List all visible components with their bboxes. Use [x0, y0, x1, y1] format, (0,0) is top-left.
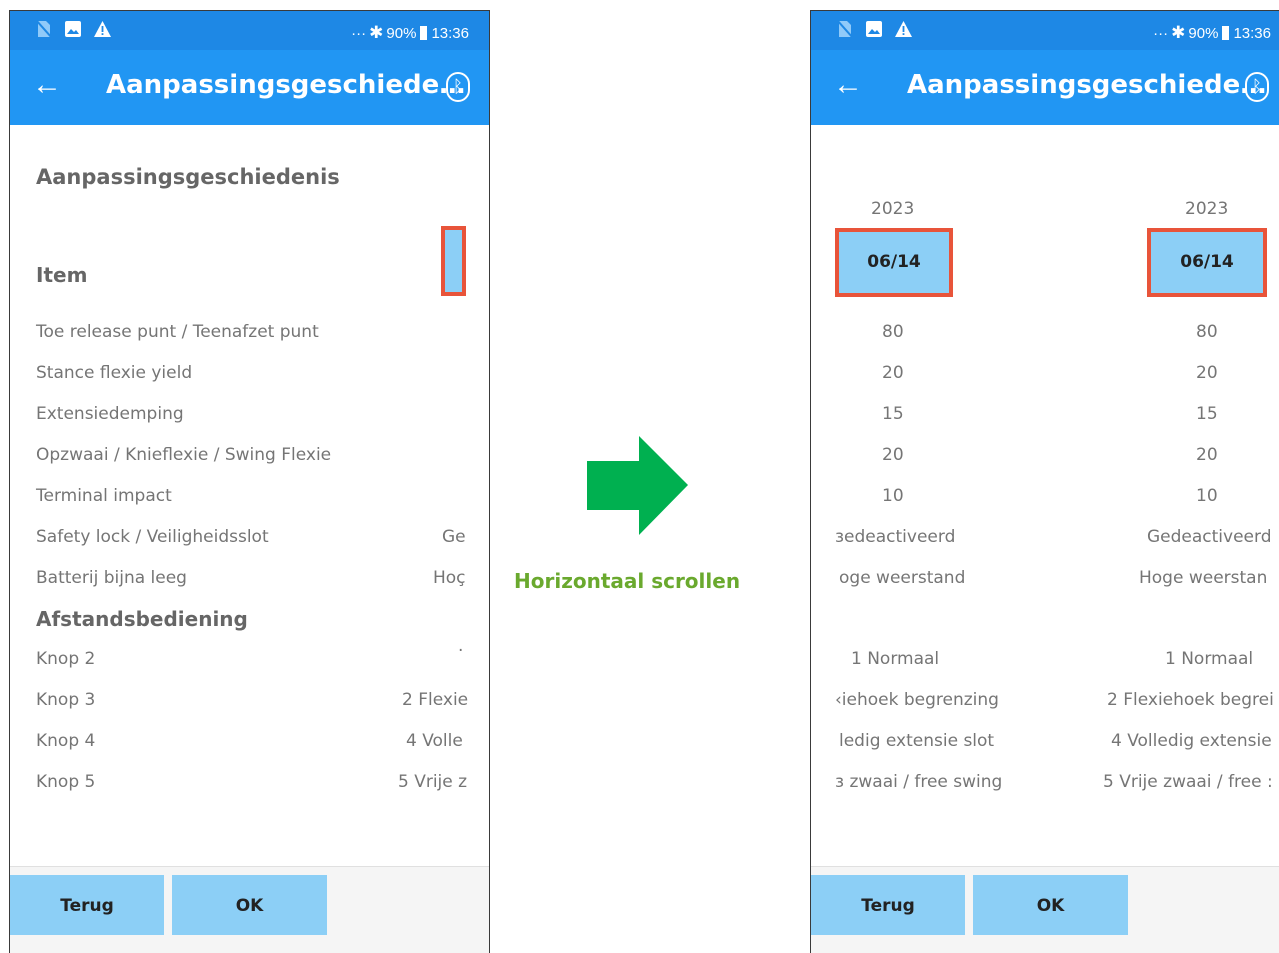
date-header-highlight[interactable]: 06/14 [1147, 228, 1267, 297]
no-sim-icon [36, 20, 52, 38]
phone-screen-before: ··· ✱ 90% 13:36 ← Aanpassingsgeschiede… … [9, 10, 490, 953]
remote-header: Afstandsbediening [36, 607, 248, 631]
cell-value: 80 [1196, 322, 1218, 342]
cell-value: 80 [882, 322, 904, 342]
cell-value: ledig extensie slot [839, 731, 995, 751]
scroll-caption: Horizontaal scrollen [514, 569, 741, 593]
app-bar: ← Aanpassingsgeschiede… ᛒ [10, 50, 489, 125]
cell-value: 5 Vrije zwaai / free : [1103, 772, 1273, 792]
arrow-right-icon [587, 436, 688, 535]
page-title: Aanpassingsgeschiede… [907, 70, 1267, 100]
ok-button[interactable]: OK [973, 875, 1128, 935]
history-table-scrolled[interactable]: 2023 06/14 80 20 15 20 10 ɜedeactiveerd … [811, 125, 1279, 867]
more-dots: ··· [351, 24, 367, 42]
cell-value: oge weerstand [839, 568, 966, 588]
date-column-highlight[interactable] [441, 226, 466, 296]
remote-label: Knop 5 [36, 772, 96, 792]
cell-value: ɜ zwaai / free swing [835, 772, 1003, 792]
notification-icons [36, 20, 111, 38]
bluetooth-status-icon: ✱ [1171, 23, 1186, 42]
cell-value: 15 [1196, 404, 1218, 424]
back-button[interactable]: Terug [811, 875, 965, 935]
image-icon [65, 21, 81, 37]
date-header-highlight[interactable]: 06/14 [835, 228, 953, 297]
history-table[interactable]: Aanpassingsgeschiedenis Item Toe release… [10, 125, 489, 867]
status-bar: ··· ✱ 90% 13:36 [10, 11, 489, 50]
clock: 13:36 [1233, 24, 1271, 42]
remote-label: Knop 4 [36, 731, 96, 751]
cell-value: 20 [882, 445, 904, 465]
section-title: Aanpassingsgeschiedenis [36, 165, 340, 189]
bottom-bar: Terug OK [10, 866, 489, 953]
page-title: Aanpassingsgeschiede… [106, 70, 466, 100]
remote-value: 5 Vrije z [398, 772, 468, 792]
bluetooth-status-icon: ✱ [369, 23, 384, 42]
image-icon [866, 21, 882, 37]
row-label: Safety lock / Veiligheidsslot [36, 527, 269, 547]
back-button[interactable]: Terug [10, 875, 164, 935]
cell-value: 20 [1196, 445, 1218, 465]
cell-value: ‹iehoek begrenzing [835, 690, 999, 710]
battery-percent: 90% [386, 24, 417, 42]
cell-value: 20 [1196, 363, 1218, 383]
warning-icon [895, 21, 912, 37]
bluetooth-icon[interactable]: ᛒ [446, 72, 470, 102]
bluetooth-icon[interactable]: ᛒ [1245, 72, 1269, 102]
row-label: Toe release punt / Teenafzet punt [36, 322, 319, 342]
phone-screen-after: ··· ✱ 90% 13:36 ← Aanpassingsgeschiede… … [810, 10, 1279, 953]
remote-label: Knop 3 [36, 690, 96, 710]
status-right: ··· ✱ 90% 13:36 [1153, 23, 1271, 43]
battery-icon [1222, 26, 1230, 40]
cell-value: 20 [882, 363, 904, 383]
remote-label: Knop 2 [36, 649, 96, 669]
cell-value: Hoge weerstan [1139, 568, 1268, 588]
battery-percent: 90% [1188, 24, 1219, 42]
ok-button[interactable]: OK [172, 875, 327, 935]
remote-value: 2 Flexie [402, 690, 469, 710]
item-header: Item [36, 263, 88, 287]
notification-icons [837, 20, 912, 38]
row-value: Ge [442, 527, 466, 547]
cell-value: Gedeactiveerd [1147, 527, 1272, 547]
bottom-bar: Terug OK [811, 866, 1279, 953]
no-sim-icon [837, 20, 853, 38]
row-label: Extensiedemping [36, 404, 184, 424]
status-right: ··· ✱ 90% 13:36 [351, 23, 469, 43]
cell-value: 1 Normaal [851, 649, 940, 669]
cell-value: ɜedeactiveerd [835, 527, 956, 547]
cell-value: 4 Volledig extensie [1111, 731, 1272, 751]
cell-value: 15 [882, 404, 904, 424]
row-label: Opzwaai / Knieflexie / Swing Flexie [36, 445, 332, 465]
row-label: Stance flexie yield [36, 363, 193, 383]
more-dots: ··· [1153, 24, 1169, 42]
year-label: 2023 [1185, 199, 1229, 219]
clock: 13:36 [431, 24, 469, 42]
app-bar: ← Aanpassingsgeschiede… ᛒ [811, 50, 1279, 125]
remote-value: · [458, 641, 464, 661]
year-label: 2023 [871, 199, 915, 219]
cell-value: 10 [882, 486, 904, 506]
battery-icon [420, 26, 428, 40]
back-arrow-icon[interactable]: ← [833, 68, 863, 102]
back-arrow-icon[interactable]: ← [32, 68, 62, 102]
cell-value: 10 [1196, 486, 1218, 506]
status-bar: ··· ✱ 90% 13:36 [811, 11, 1279, 50]
remote-value: 4 Volle [406, 731, 463, 751]
row-value: Hoç [433, 568, 466, 588]
row-label: Terminal impact [36, 486, 172, 506]
cell-value: 2 Flexiehoek begrei [1107, 690, 1274, 710]
cell-value: 1 Normaal [1165, 649, 1254, 669]
row-label: Batterij bijna leeg [36, 568, 187, 588]
warning-icon [94, 21, 111, 37]
